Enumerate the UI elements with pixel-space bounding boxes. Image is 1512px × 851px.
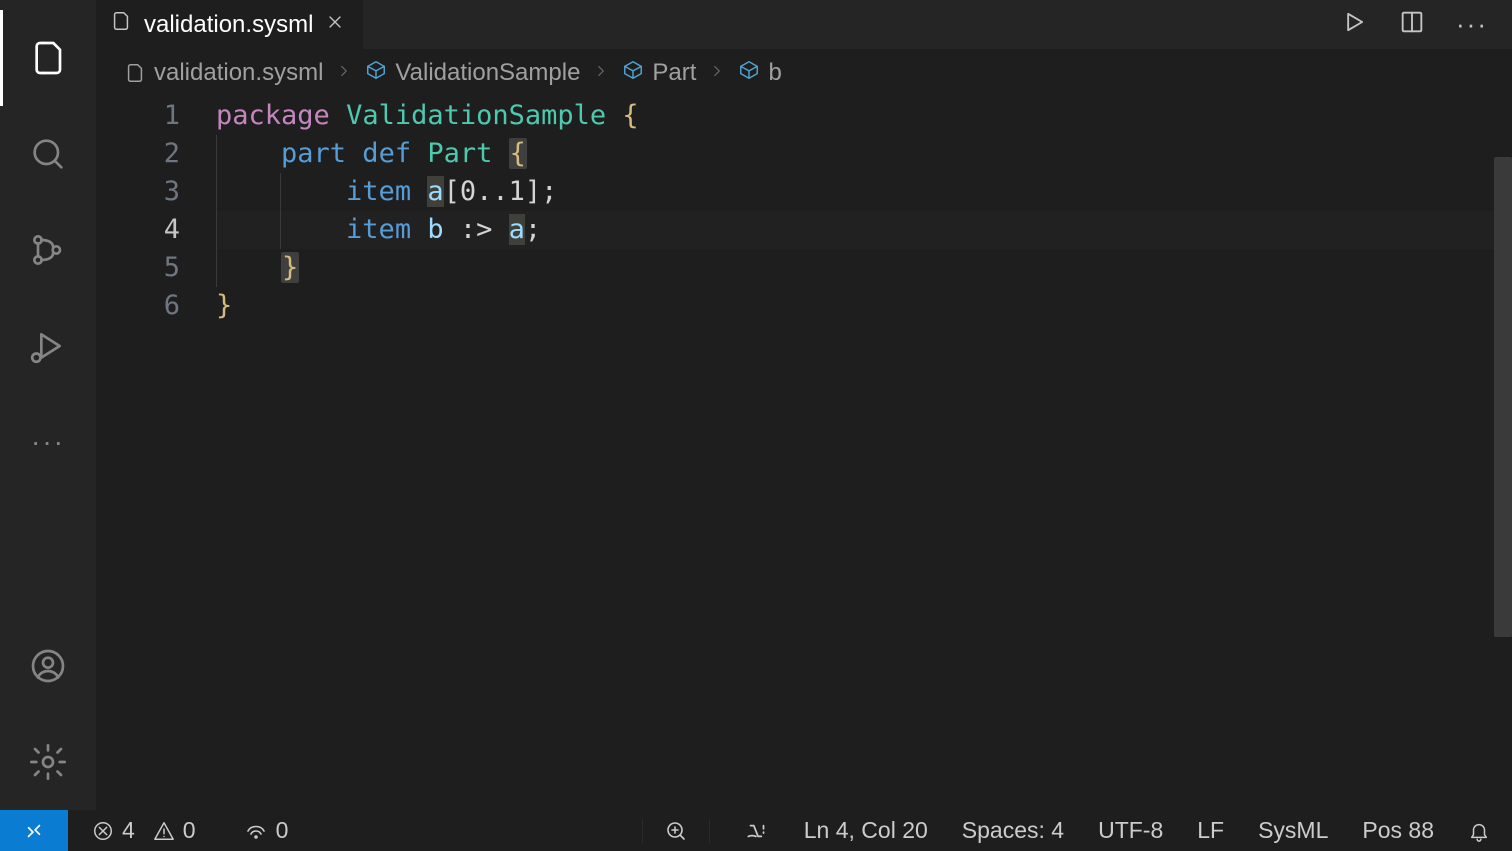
breadcrumb-seg3-label: b bbox=[768, 59, 781, 87]
overview-ruler[interactable] bbox=[1492, 97, 1512, 810]
overview-slider[interactable] bbox=[1494, 157, 1512, 637]
encoding[interactable]: UTF-8 bbox=[1098, 817, 1163, 844]
caret-position[interactable]: Pos 88 bbox=[1362, 817, 1434, 844]
status-right: Ln 4, Col 20 Spaces: 4 UTF-8 LF SysML Po… bbox=[642, 817, 1512, 844]
tab-validation-sysml[interactable]: validation.sysml bbox=[96, 0, 364, 49]
code-line[interactable]: } bbox=[216, 249, 1512, 287]
tab-filename: validation.sysml bbox=[144, 11, 313, 39]
chevron-right-icon bbox=[335, 59, 353, 87]
settings-gear-icon[interactable] bbox=[0, 714, 96, 810]
breadcrumb-item[interactable]: b bbox=[738, 59, 781, 88]
line-number: 4 bbox=[96, 211, 180, 249]
close-icon[interactable] bbox=[325, 11, 345, 39]
status-left: 4 0 0 bbox=[68, 817, 288, 844]
code-content[interactable]: package ValidationSample { part def Part… bbox=[216, 97, 1512, 810]
package-symbol-icon bbox=[738, 59, 760, 88]
problems-warnings[interactable]: 0 bbox=[153, 817, 196, 844]
pos-label: Pos 88 bbox=[1362, 817, 1434, 844]
breadcrumb-seg2-label: Part bbox=[652, 59, 696, 87]
split-editor-icon[interactable] bbox=[1398, 8, 1426, 41]
ports-indicator[interactable]: 0 bbox=[244, 817, 289, 844]
tab-bar: validation.sysml ··· bbox=[96, 0, 1512, 49]
code-line[interactable]: part def Part { bbox=[216, 135, 1512, 173]
package-symbol-icon bbox=[622, 59, 644, 88]
lang-label: SysML bbox=[1258, 817, 1328, 844]
run-icon[interactable] bbox=[1340, 8, 1368, 41]
line-number: 6 bbox=[96, 287, 180, 325]
breadcrumb-file-label: validation.sysml bbox=[154, 59, 323, 87]
code-editor[interactable]: 1 2 3 4 5 6 package ValidationSample { p… bbox=[96, 97, 1512, 810]
code-line[interactable]: item a[0..1]; bbox=[216, 173, 1512, 211]
code-line[interactable]: package ValidationSample { bbox=[216, 97, 1512, 135]
breadcrumb-part[interactable]: Part bbox=[622, 59, 696, 88]
additional-views-icon[interactable]: ··· bbox=[0, 394, 96, 490]
code-line[interactable]: item b :> a; bbox=[216, 211, 1512, 249]
encoding-label: UTF-8 bbox=[1098, 817, 1163, 844]
line-number: 2 bbox=[96, 135, 180, 173]
line-number-gutter: 1 2 3 4 5 6 bbox=[96, 97, 216, 810]
line-number: 5 bbox=[96, 249, 180, 287]
breadcrumb-package[interactable]: ValidationSample bbox=[365, 59, 580, 88]
activity-bar: ··· bbox=[0, 0, 96, 810]
editor-actions: ··· bbox=[1340, 0, 1512, 49]
explorer-icon[interactable] bbox=[0, 10, 96, 106]
notifications-bell-icon[interactable] bbox=[1468, 820, 1490, 842]
error-count: 4 bbox=[122, 817, 135, 844]
line-number: 1 bbox=[96, 97, 180, 135]
breadcrumb-file[interactable]: validation.sysml bbox=[124, 59, 323, 87]
source-control-icon[interactable] bbox=[0, 202, 96, 298]
chevron-right-icon bbox=[708, 59, 726, 87]
eol[interactable]: LF bbox=[1197, 817, 1224, 844]
screen-reader-icon[interactable] bbox=[744, 818, 770, 844]
indentation[interactable]: Spaces: 4 bbox=[962, 817, 1064, 844]
breadcrumb: validation.sysml ValidationSample Part bbox=[96, 49, 1512, 97]
ports-count: 0 bbox=[276, 817, 289, 844]
code-line[interactable]: } bbox=[216, 287, 1512, 325]
accounts-icon[interactable] bbox=[0, 618, 96, 714]
language-mode[interactable]: SysML bbox=[1258, 817, 1328, 844]
more-actions-icon[interactable]: ··· bbox=[1456, 9, 1488, 40]
eol-label: LF bbox=[1197, 817, 1224, 844]
status-bar: 4 0 0 Ln 4, Col 20 Spaces: 4 UTF-8 LF bbox=[0, 810, 1512, 851]
ln-col-label: Ln 4, Col 20 bbox=[804, 817, 928, 844]
problems-errors[interactable]: 4 bbox=[92, 817, 135, 844]
remote-indicator[interactable] bbox=[0, 810, 68, 851]
line-number: 3 bbox=[96, 173, 180, 211]
run-debug-icon[interactable] bbox=[0, 298, 96, 394]
spaces-label: Spaces: 4 bbox=[962, 817, 1064, 844]
cursor-position[interactable]: Ln 4, Col 20 bbox=[804, 817, 928, 844]
package-symbol-icon bbox=[365, 59, 387, 88]
breadcrumb-seg1-label: ValidationSample bbox=[395, 59, 580, 87]
warning-count: 0 bbox=[183, 817, 196, 844]
file-icon bbox=[110, 10, 132, 39]
editor-group: validation.sysml ··· validation.sysml bbox=[96, 0, 1512, 810]
search-icon[interactable] bbox=[0, 106, 96, 202]
chevron-right-icon bbox=[592, 59, 610, 87]
zoom-icon[interactable] bbox=[642, 819, 710, 843]
